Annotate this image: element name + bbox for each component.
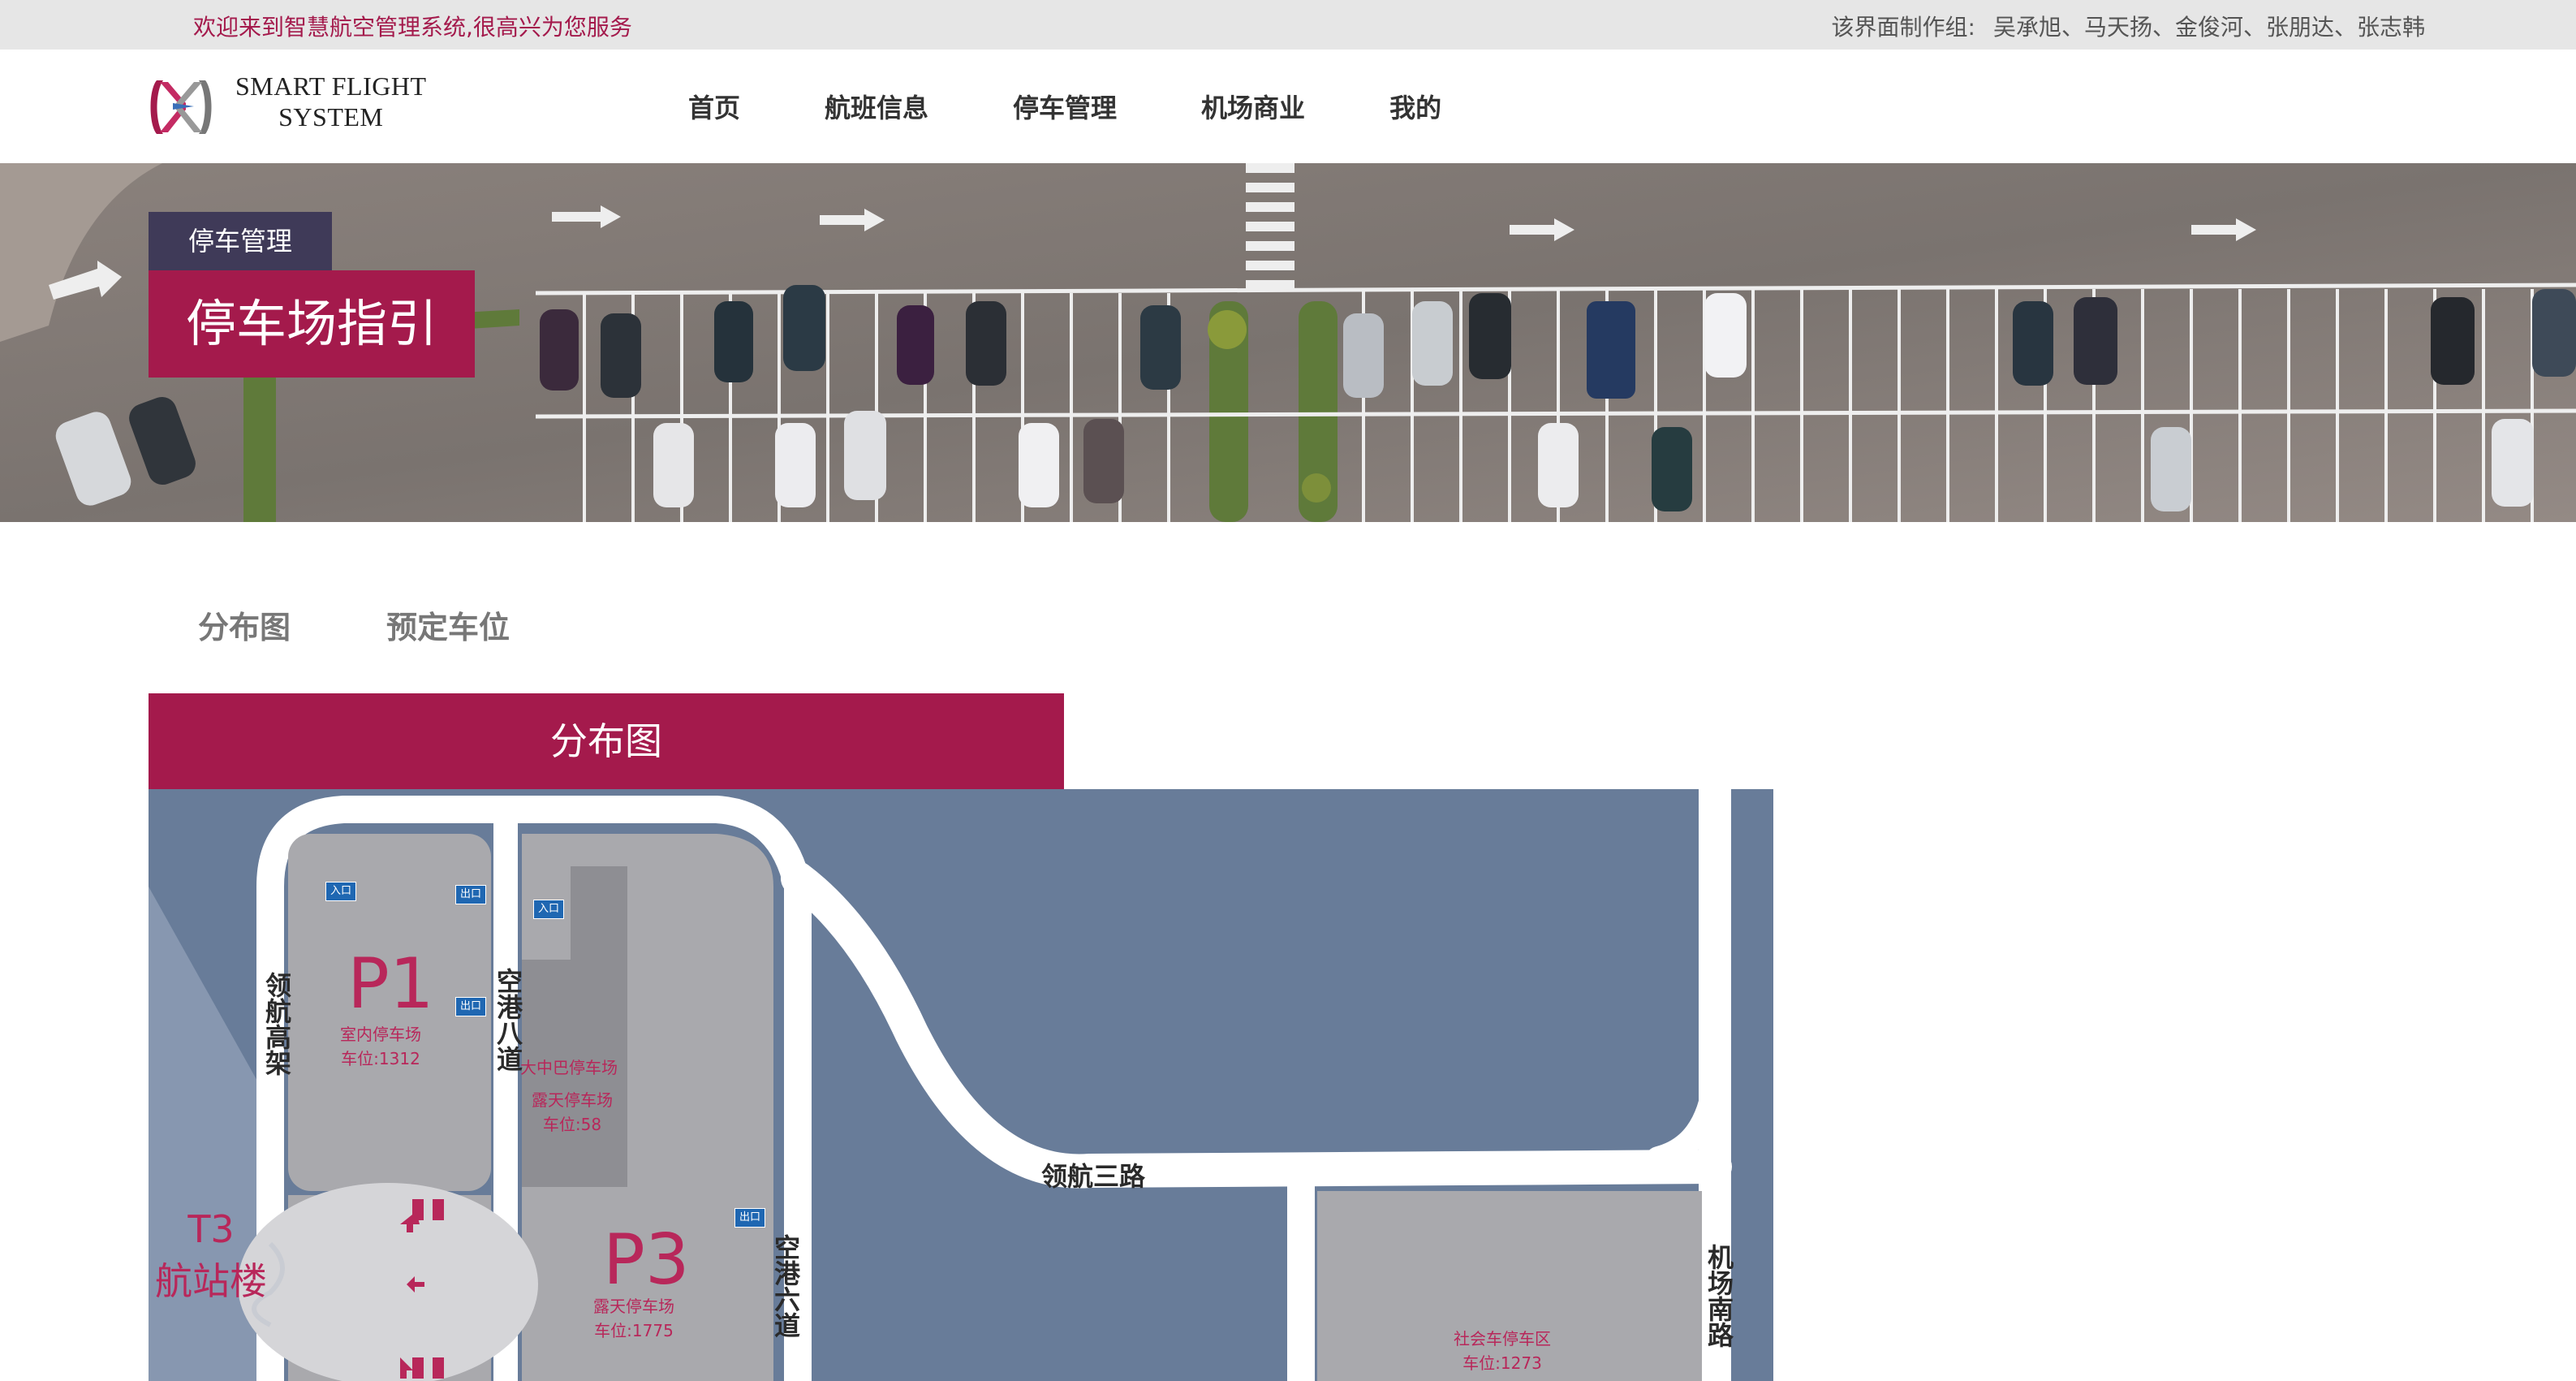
p3-code: P3 <box>603 1219 690 1301</box>
tab-distribution-map[interactable]: 分布图 <box>198 602 291 647</box>
p1-spaces: 车位:1312 <box>341 1049 420 1068</box>
credits: 该界面制作组: 吴承旭、马天扬、金俊河、张朋达、张志韩 <box>1832 10 2425 42</box>
exit-sign-p1-top: 出口 <box>455 885 487 904</box>
road-linghang-elevated: 领航高架 <box>261 972 292 1076</box>
road-konggang-6: 空港六道 <box>770 1234 801 1338</box>
credits-names: 吴承旭、马天扬、金俊河、张朋达、张志韩 <box>1992 14 2425 41</box>
section-title: 分布图 <box>149 693 1064 789</box>
exit-sign-p3: 出口 <box>734 1208 766 1228</box>
open-lot-type: 露天停车场 <box>532 1090 613 1110</box>
logo-line2: SYSTEM <box>278 102 384 132</box>
site-header: SMART FLIGHT SYSTEM 首页 航班信息 停车管理 机场商业 我的 <box>0 50 2576 163</box>
nav-flight-info[interactable]: 航班信息 <box>825 88 928 125</box>
content-tabs: 分布图 预定车位 <box>198 602 605 647</box>
nav-parking[interactable]: 停车管理 <box>1013 88 1117 125</box>
parking-distribution-map[interactable]: 入口 出口 入口 出口 出口 P1 室内停车场 车位:1312 大中巴停车场 露… <box>149 789 1773 1381</box>
logo-line1: SMART FLIGHT <box>235 71 427 101</box>
main-nav: 首页 航班信息 停车管理 机场商业 我的 <box>688 50 1526 163</box>
social-lot-spaces: 车位:1273 <box>1462 1353 1542 1373</box>
p1-type: 室内停车场 <box>340 1025 421 1044</box>
nav-home[interactable]: 首页 <box>688 88 740 125</box>
logo-icon[interactable] <box>149 74 213 140</box>
breadcrumb[interactable]: 停车管理 <box>149 212 332 270</box>
social-lot-type: 社会车停车区 <box>1454 1329 1551 1349</box>
p1-code: P1 <box>347 943 434 1025</box>
logo-text: SMART FLIGHT SYSTEM <box>235 71 427 132</box>
open-lot-labels: 露天停车场 车位:58 <box>532 1088 613 1137</box>
welcome-message: 欢迎来到智慧航空管理系统,很高兴为您服务 <box>193 14 632 41</box>
bus-lot-name: 大中巴停车场 <box>520 1058 618 1077</box>
entrance-sign-p1: 入口 <box>325 882 357 901</box>
page-title: 停车场指引 <box>149 270 475 378</box>
exit-sign-p1-mid: 出口 <box>455 997 487 1016</box>
p1-labels: 室内停车场 车位:1312 <box>340 1022 421 1071</box>
open-lot-spaces: 车位:58 <box>542 1115 602 1134</box>
social-lot-labels: 社会车停车区 车位:1273 <box>1454 1327 1551 1375</box>
nav-commerce[interactable]: 机场商业 <box>1201 88 1305 125</box>
terminal-line1: T3 <box>187 1207 235 1251</box>
terminal-line2: 航站楼 <box>155 1259 267 1303</box>
road-jichang-south: 机场南路 <box>1704 1244 1734 1348</box>
road-linghang-3: 领航三路 <box>1041 1161 1146 1192</box>
entrance-sign-bus: 入口 <box>533 900 565 919</box>
road-konggang-8: 空港八道 <box>493 968 523 1072</box>
tab-reserve-space[interactable]: 预定车位 <box>386 602 510 647</box>
p3-type: 露天停车场 <box>593 1297 674 1316</box>
p3-labels: 露天停车场 车位:1775 <box>593 1294 674 1343</box>
credits-label: 该界面制作组: <box>1831 14 1975 41</box>
map-drawing <box>149 789 1732 1381</box>
terminal-t3-label: T3 航站楼 <box>155 1203 267 1307</box>
nav-mine[interactable]: 我的 <box>1389 88 1441 125</box>
top-info-bar: 欢迎来到智慧航空管理系统,很高兴为您服务 该界面制作组: 吴承旭、马天扬、金俊河、… <box>0 0 2576 50</box>
p3-spaces: 车位:1775 <box>594 1321 674 1340</box>
